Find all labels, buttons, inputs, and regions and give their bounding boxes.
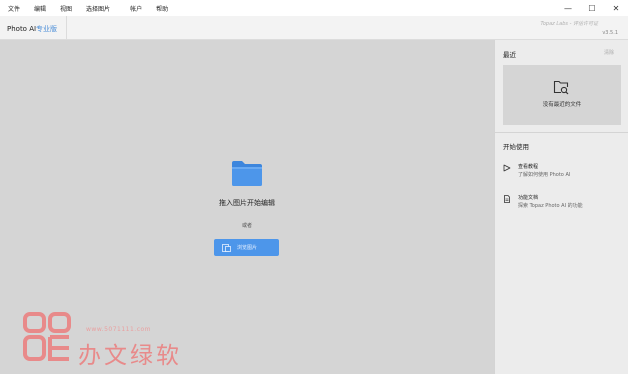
menu-account[interactable]: 帐户 [130, 4, 142, 13]
right-panel: 最近 清除 没有最近的文件 开始使用 查看教程 了解如何使用 Photo AI … [494, 40, 628, 374]
getting-started-title: 开始使用 [503, 143, 529, 151]
tutorial-title: 查看教程 [518, 164, 539, 170]
folder-icon [232, 161, 262, 186]
recent-files-box: 没有最近的文件 [503, 65, 621, 125]
tutorial-link[interactable]: 查看教程 了解如何使用 Photo AI [503, 163, 623, 183]
menu-bar: 文件 编辑 视图 选择图片 帐户 帮助 — ☐ ✕ [0, 0, 628, 16]
folder-search-icon [553, 80, 569, 95]
document-icon [504, 195, 510, 203]
play-icon [503, 164, 511, 172]
watermark-text: 办文绿软 [78, 343, 182, 369]
brand-label: Topaz Labs - 评估许可证 [540, 21, 598, 27]
panel-divider [495, 132, 628, 133]
browse-images-button[interactable]: 浏览图片 [214, 239, 279, 256]
header-divider [66, 16, 67, 40]
minimize-icon: — [564, 3, 572, 13]
maximize-icon: ☐ [588, 3, 596, 13]
clear-recent-link[interactable]: 清除 [604, 49, 614, 56]
menu-file[interactable]: 文件 [8, 4, 20, 13]
or-separator: 或者 [241, 223, 252, 229]
app-header: Photo AI专业版 Topaz Labs - 评估许可证 v3.5.1 [0, 16, 628, 40]
docs-title: 功能文档 [518, 195, 539, 201]
docs-link[interactable]: 功能文档 探索 Topaz Photo AI 的功能 [503, 194, 623, 214]
app-edition: 专业版 [36, 25, 58, 33]
version-label: v3.5.1 [602, 30, 618, 36]
menu-view[interactable]: 视图 [60, 4, 72, 13]
close-icon: ✕ [612, 3, 620, 13]
close-button[interactable]: ✕ [604, 0, 628, 16]
menu-help[interactable]: 帮助 [156, 4, 168, 13]
browse-images-label: 浏览图片 [237, 245, 258, 251]
maximize-button[interactable]: ☐ [580, 0, 604, 16]
app-title: Photo AI专业版 [7, 24, 57, 34]
minimize-button[interactable]: — [556, 0, 580, 16]
app-name: Photo AI [7, 25, 37, 33]
watermark-url: www.5071111.com [86, 326, 152, 333]
no-recent-files-text: 没有最近的文件 [542, 102, 582, 108]
recent-title: 最近 [503, 51, 516, 59]
docs-subtitle: 探索 Topaz Photo AI 的功能 [518, 203, 583, 209]
drop-instruction: 拖入图片开始编辑 [219, 199, 275, 207]
watermark-logo-icon [23, 312, 71, 361]
tutorial-subtitle: 了解如何使用 Photo AI [518, 172, 571, 178]
menu-select-image[interactable]: 选择图片 [86, 4, 110, 13]
image-icon [222, 243, 231, 252]
menu-edit[interactable]: 编辑 [34, 4, 46, 13]
window-controls: — ☐ ✕ [556, 0, 628, 16]
drop-area[interactable]: 拖入图片开始编辑 或者 浏览图片 [0, 40, 494, 374]
